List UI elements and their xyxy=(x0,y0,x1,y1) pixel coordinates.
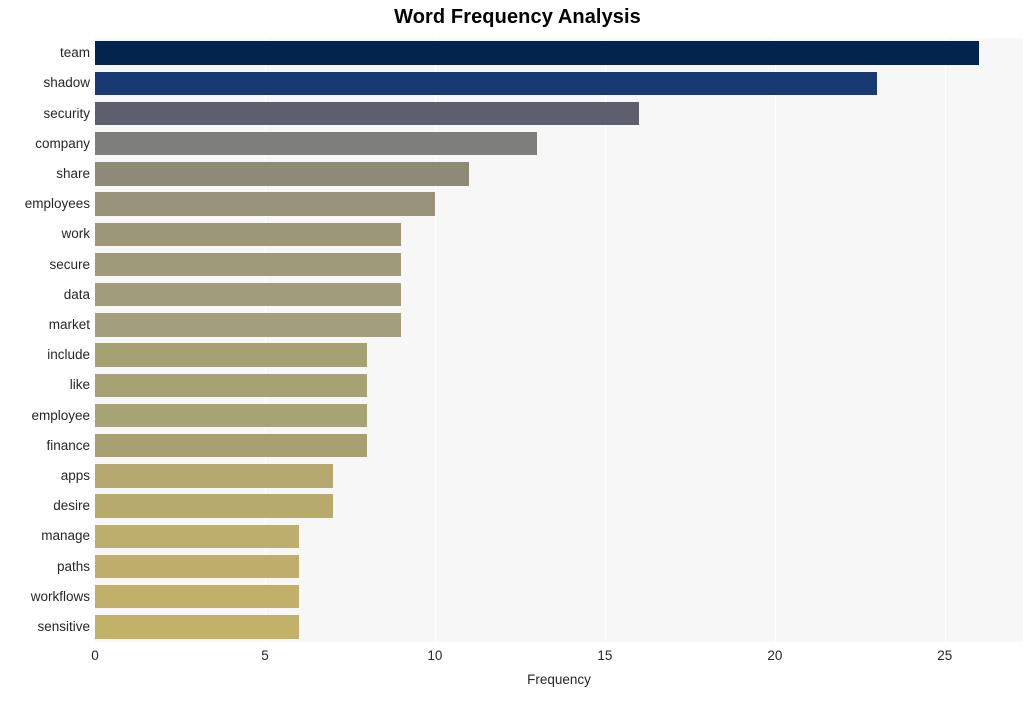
y-tick-label-shadow: shadow xyxy=(43,75,90,91)
bar-employees[interactable] xyxy=(95,192,435,216)
y-tick-label-sensitive: sensitive xyxy=(37,618,90,634)
bar-row xyxy=(95,343,1023,367)
bar-row xyxy=(95,192,1023,216)
bar-row xyxy=(95,71,1023,96)
y-axis: team shadow security company share employees w… xyxy=(0,38,90,642)
plot-area xyxy=(95,38,1023,642)
bar-market[interactable] xyxy=(95,313,401,337)
y-tick-label-include: include xyxy=(47,347,90,363)
y-tick-label-team: team xyxy=(59,45,90,61)
bar-row xyxy=(95,433,1023,458)
y-tick-label-data: data xyxy=(63,286,90,302)
y-tick-label-like: like xyxy=(69,377,90,393)
bar-team[interactable] xyxy=(95,41,979,65)
bar-row xyxy=(95,464,1023,488)
bar-row xyxy=(95,282,1023,307)
bar-security[interactable] xyxy=(95,101,639,126)
bar-row xyxy=(95,131,1023,156)
bar-row xyxy=(95,373,1023,398)
x-tick-label-0: 0 xyxy=(91,648,99,663)
bar-work[interactable] xyxy=(95,222,401,247)
bar-row xyxy=(95,403,1023,428)
bars-layer xyxy=(95,38,1023,642)
bar-shadow[interactable] xyxy=(95,71,877,96)
bar-include[interactable] xyxy=(95,343,367,367)
y-tick-label-paths: paths xyxy=(56,558,90,574)
bar-row xyxy=(95,252,1023,277)
x-tick-label-5: 5 xyxy=(261,648,269,663)
y-tick-label-apps: apps xyxy=(60,467,90,483)
bar-row xyxy=(95,584,1023,609)
bar-sensitive[interactable] xyxy=(95,615,299,639)
bar-company[interactable] xyxy=(95,131,537,156)
bar-secure[interactable] xyxy=(95,252,401,277)
x-tick-label-20: 20 xyxy=(767,648,783,663)
bar-row xyxy=(95,313,1023,337)
bar-row xyxy=(95,524,1023,549)
y-tick-label-secure: secure xyxy=(49,256,90,272)
x-axis-title: Frequency xyxy=(527,672,591,687)
y-tick-label-security: security xyxy=(43,105,90,121)
bar-row xyxy=(95,554,1023,579)
bar-apps[interactable] xyxy=(95,464,333,488)
y-tick-label-manage: manage xyxy=(41,528,90,544)
chart-figure: Word Frequency Analysis team shadow securi… xyxy=(0,0,1035,701)
bar-workflows[interactable] xyxy=(95,584,299,609)
bar-row xyxy=(95,222,1023,247)
x-axis: 0 5 10 15 20 25 xyxy=(0,642,1035,672)
bar-desire[interactable] xyxy=(95,494,333,518)
bar-data[interactable] xyxy=(95,282,401,307)
bar-manage[interactable] xyxy=(95,524,299,549)
chart-title: Word Frequency Analysis xyxy=(394,6,641,28)
x-tick-label-10: 10 xyxy=(427,648,443,663)
y-tick-label-share: share xyxy=(56,165,90,181)
y-tick-label-desire: desire xyxy=(53,498,90,514)
x-tick-label-25: 25 xyxy=(937,648,953,663)
bar-row xyxy=(95,101,1023,126)
x-tick-label-15: 15 xyxy=(597,648,613,663)
bar-row xyxy=(95,615,1023,639)
bar-row xyxy=(95,162,1023,186)
y-tick-label-market: market xyxy=(48,316,90,332)
y-tick-label-employees: employees xyxy=(24,196,90,212)
bar-row xyxy=(95,494,1023,518)
y-tick-label-finance: finance xyxy=(46,437,90,453)
bar-share[interactable] xyxy=(95,162,469,186)
y-tick-label-work: work xyxy=(61,226,90,242)
bar-row xyxy=(95,41,1023,65)
y-tick-label-workflows: workflows xyxy=(30,588,90,604)
bar-finance[interactable] xyxy=(95,433,367,458)
bar-like[interactable] xyxy=(95,373,367,398)
y-tick-label-company: company xyxy=(35,135,90,151)
y-tick-label-employee: employee xyxy=(31,407,90,423)
bar-paths[interactable] xyxy=(95,554,299,579)
bar-employee[interactable] xyxy=(95,403,367,428)
